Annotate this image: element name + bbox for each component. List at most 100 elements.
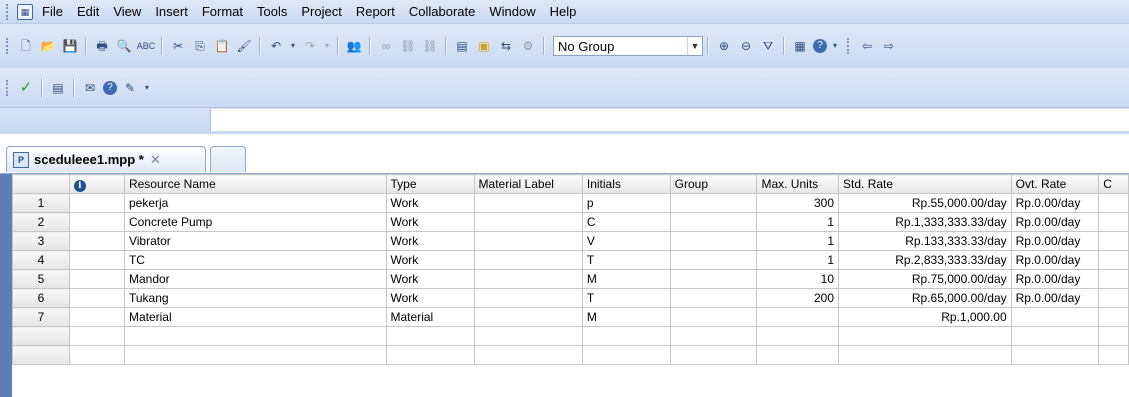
menu-format[interactable]: Format bbox=[195, 2, 250, 22]
cell-cost-per-use[interactable] bbox=[1098, 288, 1129, 308]
indicator-cell[interactable] bbox=[68, 250, 125, 270]
cell-std-rate[interactable] bbox=[838, 345, 1012, 365]
filter-icon[interactable]: ⛛ bbox=[759, 37, 777, 55]
menu-file[interactable]: File bbox=[35, 2, 70, 22]
menu-collaborate[interactable]: Collaborate bbox=[402, 2, 483, 22]
cell-resource-name[interactable]: pekerja bbox=[123, 193, 387, 213]
cell-ovt-rate[interactable]: Rp.0.00/day bbox=[1010, 269, 1100, 289]
print-icon[interactable]: 🖶 bbox=[93, 37, 111, 55]
cell-std-rate[interactable]: Rp.1,000.00 bbox=[838, 307, 1012, 327]
cell-resource-name[interactable] bbox=[123, 326, 387, 346]
format-painter-icon[interactable]: 🖌 bbox=[235, 37, 253, 55]
row-number[interactable]: 5 bbox=[12, 269, 70, 289]
menu-help[interactable]: Help bbox=[543, 2, 584, 22]
column-header-std-rate[interactable]: Std. Rate bbox=[838, 174, 1012, 194]
cell-type[interactable]: Work bbox=[385, 212, 475, 232]
cell-type[interactable] bbox=[385, 326, 475, 346]
group-by-select[interactable]: No Group ▼ bbox=[553, 36, 703, 56]
scroll-left-icon[interactable]: ⇦ bbox=[858, 37, 876, 55]
help-icon[interactable]: ? bbox=[813, 39, 827, 53]
toolbar-grip[interactable] bbox=[6, 38, 11, 54]
undo-dropdown-icon[interactable]: ▾ bbox=[289, 37, 297, 55]
indicator-cell[interactable] bbox=[68, 288, 125, 308]
cell-material-label[interactable] bbox=[473, 231, 583, 251]
cell-cost-per-use[interactable] bbox=[1098, 250, 1129, 270]
cell-type[interactable]: Work bbox=[385, 231, 475, 251]
cell-max-units[interactable] bbox=[756, 326, 840, 346]
open-folder-icon[interactable]: 📂 bbox=[39, 37, 57, 55]
cell-cost-per-use[interactable] bbox=[1098, 269, 1129, 289]
new-document-icon[interactable]: 🗋 bbox=[17, 37, 35, 55]
cell-initials[interactable]: p bbox=[581, 193, 671, 213]
cell-group[interactable] bbox=[669, 326, 758, 346]
row-number[interactable]: 7 bbox=[12, 307, 70, 327]
cell-resource-name[interactable]: Material bbox=[123, 307, 387, 327]
cell-group[interactable] bbox=[669, 231, 758, 251]
toolbar-grip[interactable] bbox=[6, 79, 11, 96]
cell-max-units[interactable] bbox=[756, 307, 840, 327]
cell-resource-name[interactable]: Concrete Pump bbox=[123, 212, 387, 232]
column-header-max-units[interactable]: Max. Units bbox=[756, 174, 840, 194]
menu-window[interactable]: Window bbox=[482, 2, 542, 22]
cell-material-label[interactable] bbox=[473, 326, 583, 346]
unlink-tasks-icon[interactable]: ⛓ bbox=[421, 37, 439, 55]
column-header-cost-per-use[interactable]: C bbox=[1098, 174, 1129, 194]
document-tab-new[interactable] bbox=[210, 146, 246, 172]
cell-ovt-rate[interactable]: Rp.0.00/day bbox=[1010, 288, 1100, 308]
spelling-icon[interactable]: ABC bbox=[137, 37, 156, 55]
indicator-cell[interactable] bbox=[68, 345, 125, 365]
cell-type[interactable]: Work bbox=[385, 250, 475, 270]
view-bar[interactable] bbox=[0, 174, 12, 397]
cell-max-units[interactable]: 1 bbox=[756, 231, 840, 251]
zoom-out-icon[interactable]: ⊖ bbox=[737, 37, 755, 55]
cell-material-label[interactable] bbox=[473, 307, 583, 327]
cell-type[interactable] bbox=[385, 345, 475, 365]
toolbar-options-icon[interactable]: ▾ bbox=[143, 79, 151, 97]
copy-icon[interactable]: ⎘ bbox=[191, 37, 209, 55]
cell-max-units[interactable] bbox=[756, 345, 840, 365]
cell-initials[interactable]: M bbox=[581, 307, 671, 327]
cell-std-rate[interactable]: Rp.75,000.00/day bbox=[838, 269, 1012, 289]
menu-view[interactable]: View bbox=[106, 2, 148, 22]
cell-group[interactable] bbox=[669, 345, 758, 365]
cell-type[interactable]: Work bbox=[385, 288, 475, 308]
cell-initials[interactable] bbox=[581, 345, 671, 365]
cell-cost-per-use[interactable] bbox=[1098, 307, 1129, 327]
indicator-cell[interactable] bbox=[68, 307, 125, 327]
redo-dropdown-icon[interactable]: ▾ bbox=[323, 37, 331, 55]
cell-ovt-rate[interactable]: Rp.0.00/day bbox=[1010, 193, 1100, 213]
cell-max-units[interactable]: 200 bbox=[756, 288, 840, 308]
task-notes-icon[interactable]: ▣ bbox=[475, 37, 493, 55]
select-all-corner[interactable] bbox=[12, 174, 70, 194]
cell-resource-name[interactable]: Tukang bbox=[123, 288, 387, 308]
cell-material-label[interactable] bbox=[473, 193, 583, 213]
indicator-cell[interactable] bbox=[68, 212, 125, 232]
empty-table-row[interactable] bbox=[12, 345, 1129, 365]
column-header-resource-name[interactable]: Resource Name bbox=[123, 174, 387, 194]
cell-std-rate[interactable] bbox=[838, 326, 1012, 346]
cell-group[interactable] bbox=[669, 193, 758, 213]
cell-resource-name[interactable]: TC bbox=[123, 250, 387, 270]
link-tasks-icon[interactable]: ⛓ bbox=[399, 37, 417, 55]
paste-icon[interactable]: 📋 bbox=[213, 37, 231, 55]
table-row[interactable]: 3 Vibrator Work V 1 Rp.133,333.33/day Rp.0.00/… bbox=[12, 231, 1129, 251]
column-header-type[interactable]: Type bbox=[385, 174, 475, 194]
edit-notes-icon[interactable]: ✎ bbox=[121, 79, 139, 97]
toolbar-options-icon[interactable]: ▾ bbox=[831, 37, 839, 55]
save-disk-icon[interactable]: 💾 bbox=[61, 37, 79, 55]
menu-tools[interactable]: Tools bbox=[250, 2, 294, 22]
cell-type[interactable]: Material bbox=[385, 307, 475, 327]
resource-information-icon[interactable]: ▤ bbox=[49, 79, 67, 97]
indicator-cell[interactable] bbox=[68, 193, 125, 213]
publish-icon[interactable]: ⚙ bbox=[519, 37, 537, 55]
row-number[interactable]: 4 bbox=[12, 250, 70, 270]
cell-resource-name[interactable] bbox=[123, 345, 387, 365]
row-number[interactable] bbox=[12, 345, 70, 365]
row-number[interactable]: 6 bbox=[12, 288, 70, 308]
cell-material-label[interactable] bbox=[473, 250, 583, 270]
cell-std-rate[interactable]: Rp.55,000.00/day bbox=[838, 193, 1012, 213]
task-information-icon[interactable]: ▤ bbox=[453, 37, 471, 55]
cell-initials[interactable]: V bbox=[581, 231, 671, 251]
indicator-cell[interactable] bbox=[68, 326, 125, 346]
cell-max-units[interactable]: 300 bbox=[756, 193, 840, 213]
